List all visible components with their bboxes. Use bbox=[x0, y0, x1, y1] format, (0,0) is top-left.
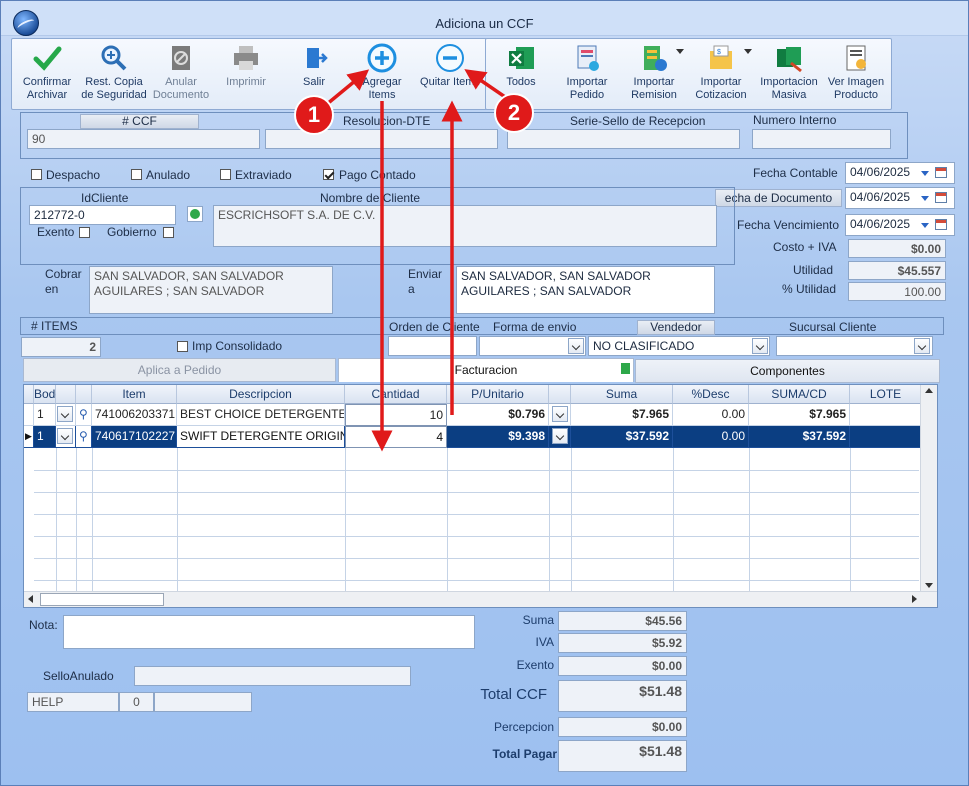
app-window: Adiciona un CCF Confirmar Archivar Rest.… bbox=[0, 0, 969, 786]
step-badge-2: 2 bbox=[494, 93, 534, 133]
annotation-overlay bbox=[319, 69, 512, 452]
step-badge-1: 1 bbox=[294, 95, 334, 135]
